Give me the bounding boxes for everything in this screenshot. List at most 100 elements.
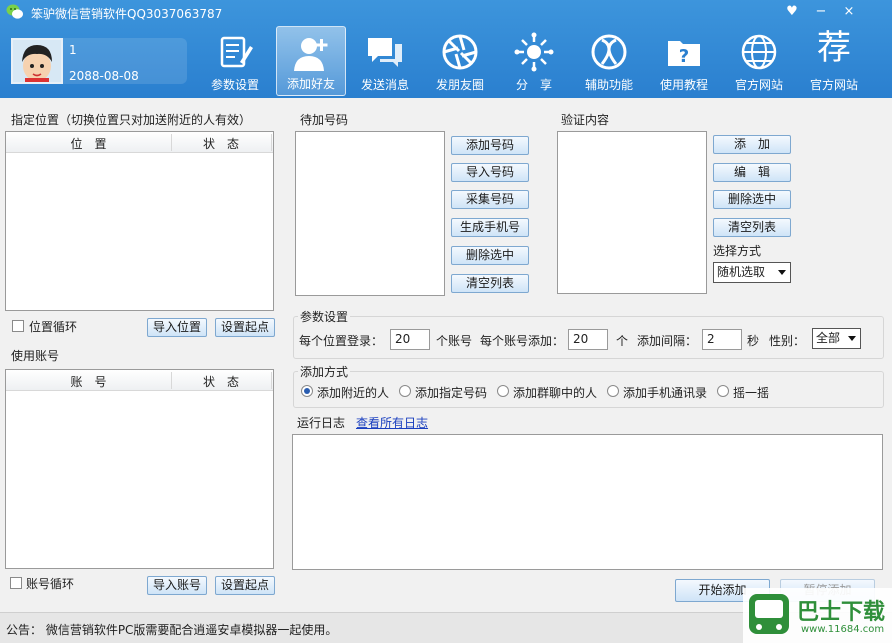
add-mode-option: 添加群聊中的人 — [513, 386, 598, 400]
verify-title: 验证内容 — [561, 113, 610, 127]
assist-icon — [591, 34, 627, 70]
avatar[interactable] — [11, 38, 63, 84]
location-loop-label: 位置循环 — [29, 320, 78, 334]
location-loop-checkbox[interactable] — [12, 320, 24, 332]
settings-icon — [220, 36, 253, 68]
message-icon — [368, 38, 402, 67]
add-mode-radio-shake[interactable] — [717, 385, 729, 397]
avatar-face-icon — [13, 40, 61, 82]
select-mode-value: 随机选取 — [717, 265, 766, 279]
close-button[interactable]: × — [838, 2, 860, 22]
watermark-brand: 巴士下载 — [797, 600, 886, 625]
per-account-unit: 个 — [616, 334, 629, 348]
column-separator — [271, 372, 272, 389]
share-icon — [514, 32, 554, 72]
add-mode-radio-contacts[interactable] — [607, 385, 619, 397]
column-separator — [271, 134, 272, 151]
add-mode-option: 添加指定号码 — [415, 386, 488, 400]
per-account-input[interactable]: 20 — [568, 329, 608, 350]
per-account-label: 每个账号添加： — [480, 334, 565, 348]
column-account[interactable]: 账 号 — [6, 373, 171, 390]
wechat-logo-icon — [6, 4, 23, 19]
log-textarea[interactable] — [292, 434, 883, 570]
site-watermark: 巴士下载 www.11684.com — [743, 588, 892, 643]
notice-text: 公告： 微信营销软件PC版需要配合逍遥安卓模拟器一起使用。 — [6, 623, 338, 637]
nav-send-message[interactable]: 发送消息 — [350, 26, 420, 96]
add-number-button[interactable]: 添加号码 — [451, 136, 529, 155]
account-loop-label: 账号循环 — [26, 577, 75, 591]
accounts-list-header: 账 号 状 态 — [6, 370, 273, 391]
per-location-input[interactable]: 20 — [390, 329, 430, 350]
nav-moments[interactable]: 发朋友圈 — [425, 26, 495, 96]
add-mode-radio-group[interactable] — [497, 385, 509, 397]
app-title: 笨驴微信营销软件QQ3037063787 — [31, 7, 223, 21]
edit-verify-button[interactable]: 编 辑 — [713, 163, 791, 182]
gender-dropdown[interactable]: 全部 — [812, 328, 861, 349]
nav-recommend[interactable]: 荐 官方网站 — [799, 26, 869, 96]
location-set-start-button[interactable]: 设置起点 — [215, 318, 275, 337]
add-mode-option: 添加附近的人 — [317, 386, 390, 400]
clear-verify-list-button[interactable]: 清空列表 — [713, 218, 791, 237]
select-mode-dropdown[interactable]: 随机选取 — [713, 262, 791, 283]
pending-title: 待加号码 — [300, 113, 349, 127]
nav-label: 官方网站 — [734, 78, 783, 92]
svg-text:?: ? — [679, 46, 689, 67]
clear-number-list-button[interactable]: 清空列表 — [451, 274, 529, 293]
collect-number-button[interactable]: 采集号码 — [451, 190, 529, 209]
user-expiry-date: 2088-08-08 — [69, 69, 139, 83]
column-status[interactable]: 状 态 — [171, 135, 271, 152]
add-mode-radio-specified[interactable] — [399, 385, 411, 397]
location-list[interactable]: 位 置 状 态 — [5, 131, 274, 311]
per-location-unit: 个账号 — [436, 334, 473, 348]
column-location[interactable]: 位 置 — [6, 135, 171, 152]
import-number-button[interactable]: 导入号码 — [451, 163, 529, 182]
accounts-list[interactable]: 账 号 状 态 — [5, 369, 274, 569]
nav-tutorial[interactable]: ? 使用教程 — [649, 26, 719, 96]
account-set-start-button[interactable]: 设置起点 — [215, 576, 275, 595]
column-status[interactable]: 状 态 — [171, 373, 271, 390]
nav-assist[interactable]: 辅助功能 — [574, 26, 644, 96]
import-location-button[interactable]: 导入位置 — [147, 318, 207, 337]
nav-label: 分 享 — [515, 78, 552, 92]
watermark-url: www.11684.com — [801, 624, 885, 635]
gender-label: 性别： — [769, 334, 806, 348]
nav-website[interactable]: 官方网站 — [724, 26, 794, 96]
interval-label: 添加间隔： — [637, 334, 698, 348]
add-friend-icon — [294, 38, 328, 71]
globe-icon — [741, 34, 777, 70]
add-mode-group-title: 添加方式 — [298, 363, 351, 380]
account-loop-checkbox[interactable] — [10, 577, 22, 589]
header-bar: 笨驴微信营销软件QQ3037063787 ♥ − × 1 2088-08-08 … — [0, 0, 892, 98]
nav-label: 使用教程 — [659, 78, 708, 92]
nav-label: 添加好友 — [286, 77, 335, 91]
generate-phone-button[interactable]: 生成手机号 — [451, 218, 529, 237]
recommend-icon: 荐 — [817, 28, 851, 68]
add-verify-button[interactable]: 添 加 — [713, 135, 791, 154]
nav-params[interactable]: 参数设置 — [200, 26, 270, 96]
view-all-logs-link[interactable]: 查看所有日志 — [356, 414, 428, 431]
add-mode-option: 摇一摇 — [733, 386, 770, 400]
params-group-title: 参数设置 — [298, 308, 351, 325]
location-title: 指定位置（切换位置只对加送附近的人有效） — [11, 113, 252, 127]
import-account-button[interactable]: 导入账号 — [147, 576, 207, 595]
user-id: 1 — [69, 43, 77, 57]
tutorial-icon: ? — [668, 41, 700, 67]
interval-input[interactable]: 2 — [702, 329, 742, 350]
per-location-label: 每个位置登录： — [299, 334, 384, 348]
delete-selected-number-button[interactable]: 删除选中 — [451, 246, 529, 265]
nav-share[interactable]: 分 享 — [499, 26, 569, 96]
delete-selected-verify-button[interactable]: 删除选中 — [713, 190, 791, 209]
nav-add-friend[interactable]: 添加好友 — [276, 26, 346, 96]
nav-label: 辅助功能 — [584, 78, 633, 92]
nav-label: 发送消息 — [360, 78, 409, 92]
gender-value: 全部 — [816, 331, 841, 345]
accounts-title: 使用账号 — [11, 349, 60, 363]
pending-numbers-list[interactable] — [295, 131, 445, 296]
verify-content-list[interactable] — [557, 131, 707, 294]
add-mode-radio-nearby[interactable] — [301, 385, 313, 397]
add-mode-option: 添加手机通讯录 — [623, 386, 708, 400]
minimize-button[interactable]: − — [810, 2, 832, 22]
chevron-down-icon — [848, 336, 856, 341]
nav-label: 发朋友圈 — [435, 78, 484, 92]
heart-icon[interactable]: ♥ — [781, 2, 803, 22]
